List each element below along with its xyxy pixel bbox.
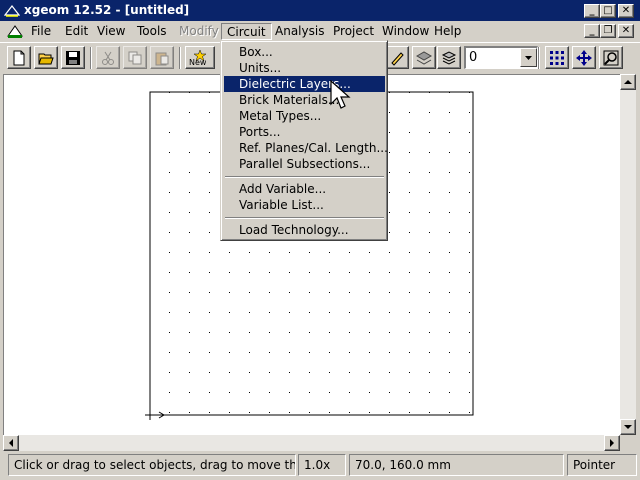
menu-item-add-variable[interactable]: Add Variable... bbox=[224, 181, 385, 197]
layer-stack-icon bbox=[441, 51, 457, 65]
arrow-up-icon bbox=[624, 80, 632, 84]
new-item-button[interactable]: New bbox=[185, 46, 215, 69]
menu-item-box[interactable]: Box... bbox=[224, 44, 385, 60]
layer-stack-button[interactable] bbox=[437, 46, 461, 69]
scroll-up-button[interactable] bbox=[620, 74, 636, 90]
menu-separator bbox=[225, 176, 384, 178]
grid-toggle-button[interactable] bbox=[545, 46, 569, 69]
minimize-icon: _ bbox=[589, 25, 595, 36]
close-button[interactable]: ✕ bbox=[618, 4, 634, 18]
menu-item-variable-list[interactable]: Variable List... bbox=[224, 197, 385, 213]
menu-help[interactable]: Help bbox=[434, 23, 461, 40]
doc-close-button[interactable]: ✕ bbox=[618, 24, 634, 38]
new-file-icon bbox=[13, 50, 25, 66]
menu-tools[interactable]: Tools bbox=[137, 23, 167, 40]
status-hint: Click or drag to select objects, drag to… bbox=[8, 454, 296, 476]
layers-icon bbox=[416, 51, 432, 65]
new-item-label: New bbox=[189, 58, 207, 67]
zoom-tool-button[interactable] bbox=[599, 46, 623, 69]
new-file-button[interactable] bbox=[7, 46, 31, 69]
menu-item-parallel-subsections[interactable]: Parallel Subsections... bbox=[224, 156, 385, 172]
menu-file[interactable]: File bbox=[31, 23, 51, 40]
maximize-button[interactable]: □ bbox=[600, 4, 616, 18]
layer-view-button[interactable] bbox=[412, 46, 436, 69]
edit-tool-button[interactable] bbox=[385, 46, 409, 69]
arrow-right-icon bbox=[610, 439, 614, 447]
status-bar: Click or drag to select objects, drag to… bbox=[0, 452, 640, 480]
status-coordinates: 70.0, 160.0 mm bbox=[349, 454, 564, 476]
menu-window[interactable]: Window bbox=[382, 23, 429, 40]
cut-button[interactable] bbox=[96, 46, 120, 69]
toolbar-separator bbox=[538, 47, 540, 69]
menu-separator bbox=[225, 217, 384, 219]
open-file-button[interactable] bbox=[34, 46, 58, 69]
window-title: xgeom 12.52 - [untitled] bbox=[24, 3, 190, 17]
circuit-menu-dropdown: Box... Units... Dielectric Layers... Bri… bbox=[220, 40, 388, 241]
paste-clipboard-icon bbox=[155, 52, 169, 66]
doc-restore-button[interactable]: ❐ bbox=[600, 24, 616, 38]
minimize-button[interactable]: _ bbox=[584, 4, 600, 18]
restore-icon: ❐ bbox=[603, 25, 613, 36]
save-file-button[interactable] bbox=[61, 46, 85, 69]
close-icon: ✕ bbox=[621, 25, 631, 36]
pencil-icon bbox=[391, 52, 404, 66]
close-icon: ✕ bbox=[621, 5, 631, 16]
arrow-down-icon bbox=[624, 425, 632, 429]
menu-item-load-technology[interactable]: Load Technology... bbox=[224, 222, 385, 238]
menu-analysis[interactable]: Analysis bbox=[275, 23, 324, 40]
scrollbar-corner bbox=[620, 435, 636, 451]
title-bar[interactable]: xgeom 12.52 - [untitled] _ □ ✕ bbox=[0, 0, 640, 21]
mouse-pointer-icon bbox=[330, 80, 351, 109]
pan-tool-button[interactable] bbox=[572, 46, 596, 69]
menu-item-ref-planes[interactable]: Ref. Planes/Cal. Length... bbox=[224, 140, 388, 156]
vertical-scrollbar[interactable] bbox=[620, 74, 636, 435]
scroll-left-button[interactable] bbox=[3, 435, 19, 451]
level-select-value: 0 bbox=[469, 50, 478, 65]
horizontal-scrollbar[interactable] bbox=[3, 435, 620, 451]
copy-icon bbox=[128, 51, 142, 65]
menu-item-metal-types[interactable]: Metal Types... bbox=[224, 108, 385, 124]
open-folder-icon bbox=[38, 53, 54, 65]
status-zoom: 1.0x bbox=[298, 454, 346, 476]
doc-minimize-button[interactable]: _ bbox=[584, 24, 600, 38]
xgeom-app-icon[interactable] bbox=[4, 3, 20, 18]
menu-modify[interactable]: Modify bbox=[179, 23, 219, 40]
menu-project[interactable]: Project bbox=[333, 23, 374, 40]
menu-circuit[interactable]: Circuit bbox=[221, 23, 272, 40]
maximize-icon: □ bbox=[603, 5, 613, 16]
scissors-icon bbox=[102, 51, 114, 65]
level-select[interactable]: 0 bbox=[464, 46, 538, 69]
menu-item-brick-materials[interactable]: Brick Materials... bbox=[224, 92, 385, 108]
toolbar-separator bbox=[90, 47, 92, 69]
menu-view[interactable]: View bbox=[97, 23, 125, 40]
dropdown-arrow-icon bbox=[525, 56, 532, 60]
scroll-down-button[interactable] bbox=[620, 419, 636, 435]
magnifier-icon bbox=[603, 50, 619, 66]
paste-button[interactable] bbox=[150, 46, 174, 69]
save-disk-icon bbox=[66, 51, 80, 65]
toolbar-separator bbox=[179, 47, 181, 69]
arrow-left-icon bbox=[9, 439, 13, 447]
copy-button[interactable] bbox=[123, 46, 147, 69]
grid-dots-icon bbox=[550, 51, 564, 65]
menu-item-dielectric-layers[interactable]: Dielectric Layers... bbox=[224, 76, 385, 92]
menu-item-ports[interactable]: Ports... bbox=[224, 124, 385, 140]
menu-bar: File Edit View Tools Modify Circuit Anal… bbox=[0, 21, 640, 41]
menu-item-units[interactable]: Units... bbox=[224, 60, 385, 76]
move-arrows-icon bbox=[576, 50, 592, 66]
minimize-icon: _ bbox=[589, 5, 595, 16]
status-mode: Pointer bbox=[567, 454, 637, 476]
document-system-menu-icon[interactable] bbox=[6, 23, 24, 39]
menu-edit[interactable]: Edit bbox=[65, 23, 88, 40]
level-select-dropdown-button[interactable] bbox=[520, 48, 537, 67]
scroll-right-button[interactable] bbox=[604, 435, 620, 451]
